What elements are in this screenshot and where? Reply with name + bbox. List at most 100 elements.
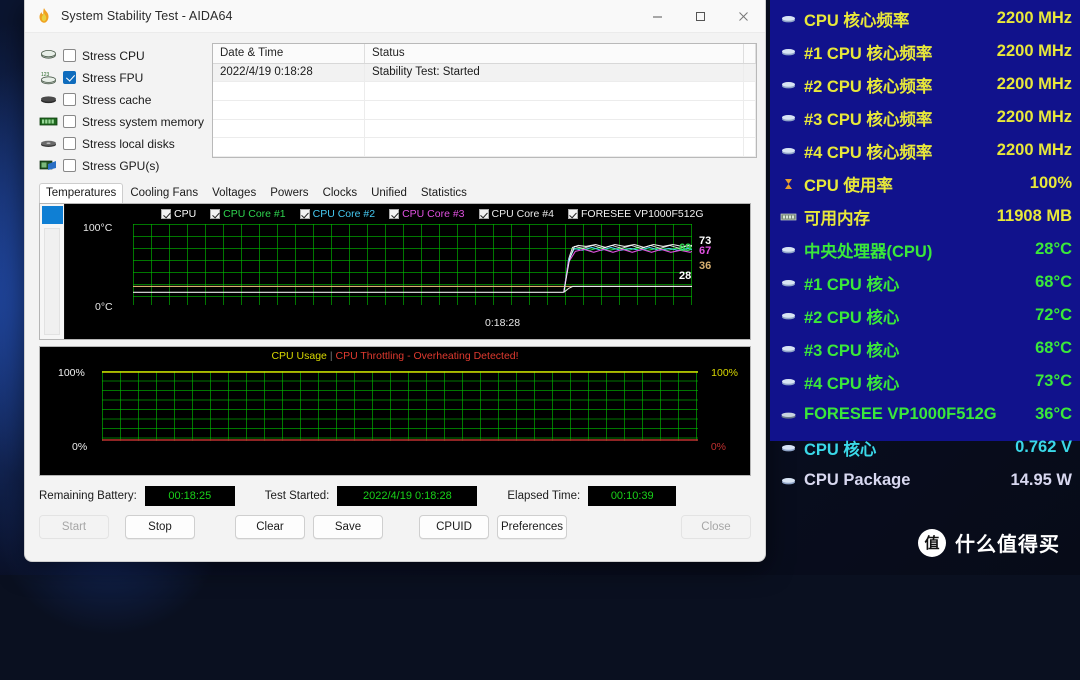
- legend-checkbox-core2[interactable]: [299, 209, 310, 219]
- osd-value-cpu-package-power: 14.95 W: [1010, 471, 1072, 489]
- scrollbar-thumb[interactable]: [42, 206, 63, 224]
- tab-statistics[interactable]: Statistics: [414, 183, 474, 203]
- osd-row-core4-temp: #4 CPU 核心 73°C: [780, 365, 1072, 398]
- preferences-button[interactable]: Preferences: [497, 515, 567, 539]
- legend-checkbox-core3[interactable]: [389, 209, 400, 219]
- close-button[interactable]: [722, 0, 765, 33]
- log-cell-spacer: [744, 101, 756, 119]
- maximize-button[interactable]: [679, 0, 722, 33]
- osd-value-cpu-voltage: 0.762 V: [1015, 438, 1072, 456]
- table-row[interactable]: [213, 138, 756, 157]
- legend-item-cpu[interactable]: CPU: [161, 208, 196, 220]
- stress-disks-checkbox[interactable]: [63, 137, 76, 150]
- legend-item-core3[interactable]: CPU Core #3: [389, 208, 465, 220]
- osd-value-core2-clock: 2200 MHz: [996, 75, 1072, 93]
- temp-edge-value-core1: 69: [679, 242, 692, 254]
- table-row[interactable]: 2022/4/19 0:18:28 Stability Test: Starte…: [213, 63, 756, 83]
- log-cell-spacer: [744, 138, 756, 157]
- tab-unified[interactable]: Unified: [364, 183, 414, 203]
- osd-row-cpu-package-power: CPU Package 14.95 W: [780, 464, 1072, 497]
- cpu-throttling-warning: CPU Throttling - Overheating Detected!: [335, 350, 519, 362]
- legend-item-core1[interactable]: CPU Core #1: [210, 208, 286, 220]
- log-cell-empty: [213, 119, 365, 138]
- temp-edge-value-ssd: 36: [699, 260, 712, 272]
- save-button[interactable]: Save: [313, 515, 383, 539]
- stress-option-disks[interactable]: Stress local disks: [39, 133, 204, 154]
- osd-label-ssd-temp: FORESEE VP1000F512G: [804, 405, 997, 423]
- fpu-chip-icon: 123: [41, 72, 56, 85]
- stress-option-memory[interactable]: Stress system memory: [39, 111, 204, 132]
- legend-checkbox-core1[interactable]: [210, 209, 221, 219]
- osd-value-free-memory: 11908 MB: [996, 207, 1072, 225]
- test-started-label: Test Started:: [264, 490, 330, 502]
- window-titlebar[interactable]: System Stability Test - AIDA64: [25, 0, 765, 33]
- chart-tabs: Temperatures Cooling Fans Voltages Power…: [25, 179, 765, 203]
- osd-label-cpu-temp: 中央处理器(CPU): [804, 242, 933, 261]
- clear-button[interactable]: Clear: [235, 515, 305, 539]
- stress-and-log-area: Stress CPU 123 Stress FPU Stress cache S…: [25, 33, 765, 179]
- temperature-plot: CPU CPU Core #1 CPU Core #2 CPU Core #3: [65, 204, 750, 339]
- legend-checkbox-ssd[interactable]: [567, 209, 578, 219]
- log-cell-spacer: [744, 63, 756, 82]
- scrollbar-track[interactable]: [44, 228, 60, 335]
- legend-label-core3: CPU Core #3: [402, 208, 465, 220]
- legend-item-ssd[interactable]: FORESEE VP1000F512G: [567, 208, 704, 220]
- tab-cooling-fans[interactable]: Cooling Fans: [123, 183, 205, 203]
- voltage-icon: [782, 444, 795, 451]
- stress-memory-label: Stress system memory: [82, 114, 205, 129]
- legend-checkbox-cpu[interactable]: [161, 209, 171, 219]
- osd-row-core2-temp: #2 CPU 核心 72°C: [780, 299, 1072, 332]
- memory-module-icon: [39, 117, 58, 126]
- temperature-chart-panel: CPU CPU Core #1 CPU Core #2 CPU Core #3: [39, 203, 751, 340]
- stop-button[interactable]: Stop: [125, 515, 195, 539]
- tab-temperatures[interactable]: Temperatures: [39, 183, 124, 203]
- aida64-osd-panel: CPU 核心频率 2200 MHz #1 CPU 核心频率 2200 MHz #…: [770, 0, 1080, 489]
- stress-option-gpu[interactable]: Stress GPU(s): [39, 155, 204, 176]
- stress-option-fpu[interactable]: 123 Stress FPU: [39, 67, 204, 88]
- temp-edge-value-package: 28: [679, 270, 692, 282]
- stress-cpu-checkbox[interactable]: [63, 49, 76, 62]
- stability-log-table[interactable]: Date & Time Status 2022/4/19 0:18:28 Sta…: [212, 43, 757, 158]
- usage-axis-min-label-right: 0%: [710, 441, 726, 453]
- minimize-button[interactable]: [636, 0, 679, 33]
- charts-container: CPU CPU Core #1 CPU Core #2 CPU Core #3: [25, 203, 765, 476]
- tab-voltages[interactable]: Voltages: [205, 183, 263, 203]
- log-cell-empty: [365, 82, 744, 100]
- stress-option-cache[interactable]: Stress cache: [39, 89, 204, 110]
- temperature-chart-scrollbar[interactable]: [40, 204, 65, 339]
- usage-axis-max-label-left: 100%: [58, 367, 85, 379]
- close-action-button[interactable]: Close: [681, 515, 751, 539]
- legend-item-core2[interactable]: CPU Core #2: [299, 208, 375, 220]
- cpuid-button[interactable]: CPUID: [419, 515, 489, 539]
- osd-label-core3-temp: #3 CPU 核心: [804, 341, 900, 360]
- tab-powers[interactable]: Powers: [263, 183, 315, 203]
- stress-fpu-checkbox[interactable]: [63, 71, 76, 84]
- legend-checkbox-core4[interactable]: [478, 209, 489, 219]
- cpu-usage-grid: [102, 371, 698, 441]
- osd-row-free-memory: 可用内存 11908 MB: [780, 200, 1072, 233]
- stress-gpu-checkbox[interactable]: [63, 159, 76, 172]
- watermark: 值 什么值得买: [918, 528, 1060, 557]
- log-cell-empty: [213, 101, 365, 119]
- table-row[interactable]: [213, 82, 756, 101]
- elapsed-time-value: 00:10:39: [588, 486, 677, 506]
- tab-clocks[interactable]: Clocks: [316, 183, 365, 203]
- cache-icon: [41, 96, 56, 104]
- stress-option-cpu[interactable]: Stress CPU: [39, 45, 204, 66]
- osd-label-core2-clock: #2 CPU 核心频率: [804, 77, 933, 96]
- log-cell-empty: [365, 138, 744, 157]
- usage-axis-max-label-right: 100%: [711, 367, 738, 379]
- minimize-icon: [653, 16, 662, 17]
- osd-row-ssd-temp: FORESEE VP1000F512G 36°C: [780, 398, 1072, 431]
- table-row[interactable]: [213, 101, 756, 120]
- osd-value-cpu-temp: 28°C: [1035, 240, 1072, 258]
- table-row[interactable]: [213, 119, 756, 139]
- stress-memory-checkbox[interactable]: [63, 115, 76, 128]
- gpu-card-icon: [39, 160, 56, 170]
- cpu-icon: [782, 312, 795, 319]
- stress-options-list: Stress CPU 123 Stress FPU Stress cache S…: [39, 43, 204, 177]
- cpu-icon: [782, 246, 795, 253]
- start-button[interactable]: Start: [39, 515, 109, 539]
- stress-cache-checkbox[interactable]: [63, 93, 76, 106]
- legend-item-core4[interactable]: CPU Core #4: [478, 208, 554, 220]
